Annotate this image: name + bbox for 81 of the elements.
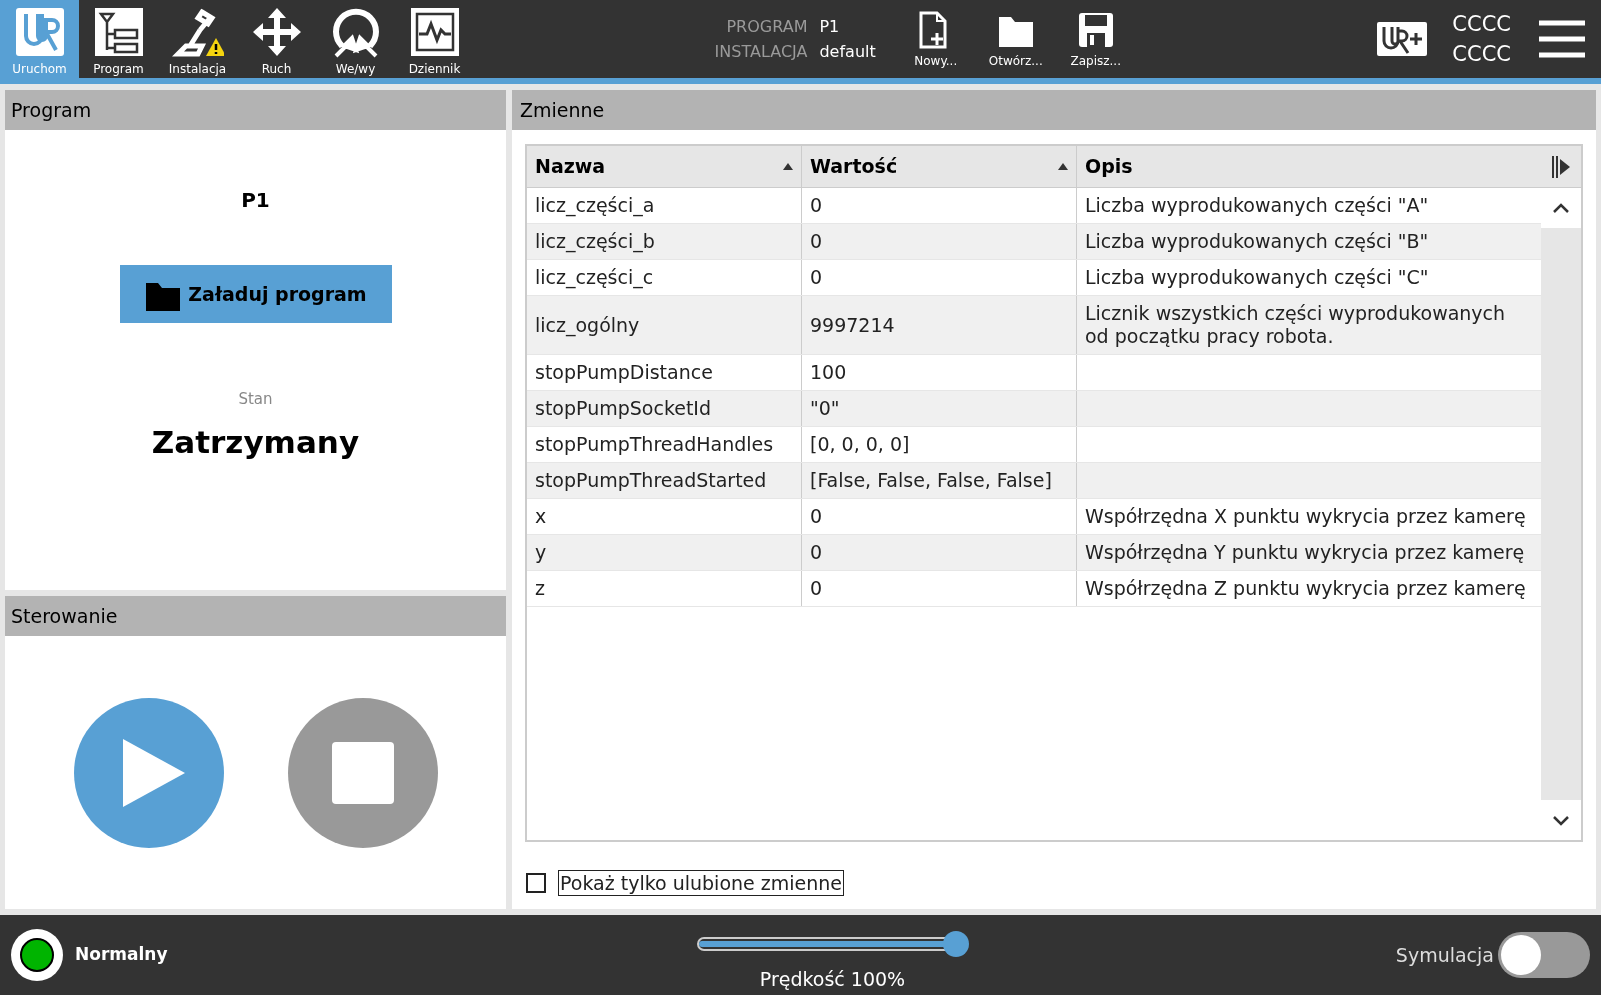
table-cell-text: Licznik wszystkich części wyprodukowanych od początku pracy robota. (1085, 302, 1507, 348)
header-text: CCCC (1452, 41, 1511, 68)
state-label: Stan (238, 389, 273, 410)
table-cell: 0 (810, 266, 823, 289)
stop-icon (332, 742, 394, 804)
table-row[interactable]: stopPumpSocketId "0" (527, 391, 1541, 427)
file-action-button[interactable]: Zapisz... (1055, 0, 1136, 78)
table-cell: 100 (810, 361, 847, 384)
table-cell: licz_ogólny (535, 313, 640, 337)
table-cell: [0, 0, 0, 0] (810, 433, 910, 456)
simulation-label: Symulacja (1395, 942, 1494, 968)
table-cell: licz_części_a (535, 194, 655, 217)
chart-log-icon (408, 6, 461, 58)
table-row[interactable]: x 0 Współrzędna X punktu wykrycia przez kamerę (527, 499, 1541, 535)
column-header[interactable]: Wartość (802, 146, 1077, 187)
checkbox-label[interactable]: Pokaż tylko ulubione zmienne (558, 870, 844, 896)
table-cell: stopPumpThreadHandles (535, 433, 774, 456)
table-row[interactable]: stopPumpThreadHandles [0, 0, 0, 0] (527, 427, 1541, 463)
table-cell: "0" (810, 397, 840, 420)
table-row[interactable]: stopPumpDistance 100 (527, 355, 1541, 391)
play-icon (123, 739, 185, 807)
panel-header: Zmienne (512, 90, 1596, 130)
table-row[interactable]: licz_części_a 0 Liczba wyprodukowanych części "A" (527, 188, 1541, 224)
table-cell: 0 (810, 505, 823, 528)
header-text: CCCC (1452, 11, 1511, 38)
table-cell: Współrzędna X punktu wykrycia przez kamerę (1085, 505, 1526, 528)
save-icon (1076, 11, 1115, 49)
table-cell: stopPumpThreadStarted (535, 469, 767, 492)
program-name: P1 (819, 16, 841, 38)
table-row[interactable]: z 0 Współrzędna Z punktu wykrycia przez kamerę (527, 571, 1541, 607)
table-row[interactable]: licz_części_c 0 Liczba wyprodukowanych części "C" (527, 260, 1541, 296)
load-program-button[interactable]: Załaduj program (119, 265, 392, 323)
menu-button[interactable] (1539, 20, 1585, 58)
scroll-down-icon (1553, 814, 1569, 826)
installation-name: default (819, 41, 876, 63)
file-action-button[interactable]: Otwórz... (975, 0, 1056, 78)
program-tree-icon (92, 6, 145, 58)
table-cell: x (535, 505, 547, 528)
table-cell: 9997214 (810, 313, 895, 337)
column-header[interactable]: Nazwa (527, 146, 802, 187)
panel-header: Program (5, 90, 506, 130)
simulation-toggle[interactable] (1498, 932, 1590, 978)
expand-columns-icon (1552, 155, 1570, 178)
table-cell: 0 (810, 194, 823, 217)
table-row[interactable]: licz_części_b 0 Liczba wyprodukowanych części "B" (527, 224, 1541, 260)
robot-warning-icon (171, 6, 224, 58)
menu-icon (1539, 20, 1585, 58)
scroll-up-icon (1553, 202, 1569, 214)
table-cell: Współrzędna Z punktu wykrycia przez kamerę (1085, 577, 1526, 600)
state-text: Zatrzymany (151, 422, 360, 462)
table-row[interactable]: stopPumpThreadStarted [False, False, False, False] (527, 463, 1541, 499)
speed-text: Prędkość 100% (759, 966, 906, 992)
ur-plus-logo-icon (1376, 21, 1429, 57)
table-row[interactable]: y 0 Współrzędna Y punktu wykrycia przez kamerę (527, 535, 1541, 571)
table-cell: licz_części_c (535, 266, 654, 289)
logo-icon (13, 6, 66, 58)
installation-label: INSTALACJA (714, 41, 808, 63)
table-cell: z (535, 577, 545, 600)
status-indicator (11, 929, 63, 981)
table-cell: 0 (810, 230, 823, 253)
table-cell: Liczba wyprodukowanych części "C" (1085, 266, 1429, 289)
table-cell: Liczba wyprodukowanych części "B" (1085, 230, 1429, 253)
speed-slider[interactable] (696, 930, 969, 957)
checkbox[interactable] (526, 873, 546, 893)
status-text: Normalny (75, 943, 169, 967)
program-label: PROGRAM (725, 16, 808, 38)
column-header[interactable]: Opis (1077, 146, 1541, 187)
panel-header: Sterowanie (5, 596, 506, 636)
table-cell: Współrzędna Y punktu wykrycia przez kamerę (1085, 541, 1525, 564)
table-cell: 0 (810, 541, 823, 564)
file-action-button[interactable]: Nowy... (895, 0, 976, 78)
scroll-bar[interactable] (1541, 188, 1581, 840)
table-cell: stopPumpDistance (535, 361, 713, 384)
table-cell: y (535, 541, 547, 564)
table-cell: 0 (810, 577, 823, 600)
table-cell: [False, False, False, False] (810, 469, 1052, 492)
table-row[interactable]: licz_ogólny 9997214 Licznik wszystkich części wyprodukowanych od początku pracy robota. (527, 296, 1541, 355)
table-cell: stopPumpSocketId (535, 397, 712, 420)
table-cell: licz_części_b (535, 230, 655, 253)
table-cell: Liczba wyprodukowanych części "A" (1085, 194, 1429, 217)
program-name: P1 (241, 187, 270, 214)
